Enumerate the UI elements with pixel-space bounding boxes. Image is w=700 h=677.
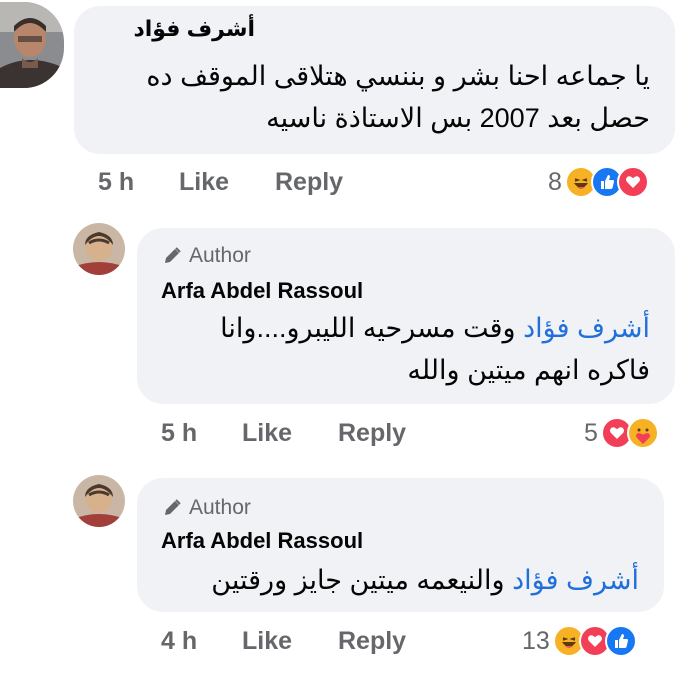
comment-text-line-2: حصل بعد 2007 بس الاستاذة ناسيه <box>266 103 650 133</box>
avatar[interactable] <box>73 475 125 527</box>
reaction-count: 13 <box>522 626 550 655</box>
care-icon <box>626 417 659 449</box>
reply-button[interactable]: Reply <box>275 168 343 197</box>
mention-link[interactable]: أشرف فؤاد <box>523 313 650 343</box>
comment-text: والنيعمه ميتين جايز ورقتين <box>211 565 505 595</box>
like-button[interactable]: Like <box>242 419 292 448</box>
profile-photo-icon <box>73 475 125 527</box>
author-badge: Author <box>161 244 251 268</box>
comment-text-line-1: أشرف فؤاد وقت مسرحيه الليبرو....وانا <box>220 308 650 348</box>
avatar[interactable] <box>0 2 64 88</box>
like-icon <box>604 625 637 657</box>
comment-text: وقت مسرحيه الليبرو....وانا <box>220 313 516 343</box>
love-icon <box>616 166 649 198</box>
like-button[interactable]: Like <box>242 627 292 656</box>
comment-text-line-1: يا جماعه احنا بشر و بننسي هتلاقى الموقف … <box>146 61 650 91</box>
pencil-icon <box>165 247 181 263</box>
comment-bubble: Author Arfa Abdel Rassoul أشرف فؤاد وقت … <box>137 228 675 404</box>
comment-author[interactable]: أشرف فؤاد <box>133 16 255 42</box>
like-button[interactable]: Like <box>179 168 229 197</box>
reaction-summary[interactable]: 13 <box>522 625 637 657</box>
author-badge-label: Author <box>189 244 251 267</box>
pencil-icon <box>165 499 181 515</box>
reaction-summary[interactable]: 8 <box>548 166 649 198</box>
comment-bubble: أشرف فؤاد يا جماعه احنا بشر و بننسي هتلا… <box>74 6 675 154</box>
comment-text-line-2: فاكره انهم ميتين والله <box>407 355 650 385</box>
profile-photo-icon <box>73 223 125 275</box>
reaction-summary[interactable]: 5 <box>584 417 659 449</box>
comment-timestamp[interactable]: 4 h <box>161 627 197 656</box>
reaction-count: 5 <box>584 418 598 447</box>
author-badge: Author <box>161 496 251 520</box>
reply-button[interactable]: Reply <box>338 627 406 656</box>
comment-timestamp[interactable]: 5 h <box>98 168 134 197</box>
comment-bubble: Author Arfa Abdel Rassoul أشرف فؤاد والن… <box>137 478 664 612</box>
comment-text-line-1: أشرف فؤاد والنيعمه ميتين جايز ورقتين <box>211 560 639 600</box>
reply-button[interactable]: Reply <box>338 419 406 448</box>
avatar[interactable] <box>73 223 125 275</box>
comment-timestamp[interactable]: 5 h <box>161 419 197 448</box>
mention-link[interactable]: أشرف فؤاد <box>512 565 639 595</box>
profile-photo-icon <box>0 2 64 88</box>
comment-author[interactable]: Arfa Abdel Rassoul <box>161 528 363 554</box>
comment-author[interactable]: Arfa Abdel Rassoul <box>161 278 363 304</box>
author-badge-label: Author <box>189 496 251 519</box>
reaction-count: 8 <box>548 167 562 196</box>
